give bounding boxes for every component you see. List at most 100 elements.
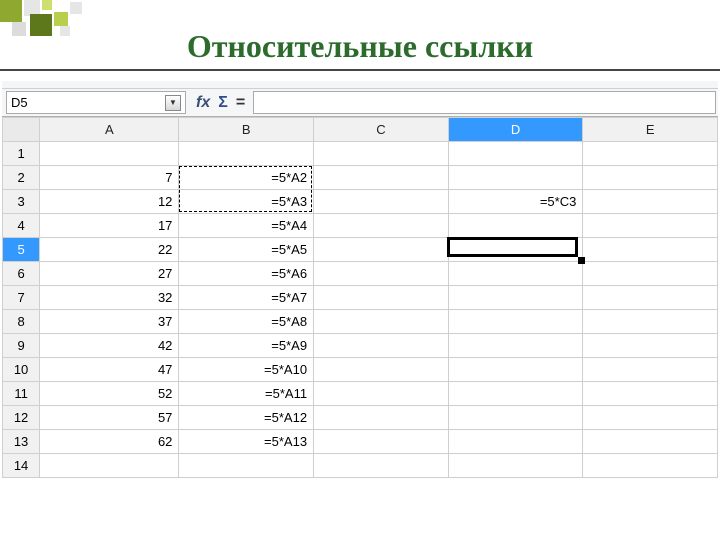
cell-E6[interactable] (583, 262, 718, 286)
row-header-9[interactable]: 9 (3, 334, 40, 358)
cell-C5[interactable] (314, 238, 449, 262)
cell-C14[interactable] (314, 454, 449, 478)
cell-C8[interactable] (314, 310, 449, 334)
cell-B14[interactable] (179, 454, 314, 478)
row-header-4[interactable]: 4 (3, 214, 40, 238)
cell-A11[interactable]: 52 (40, 382, 179, 406)
cell-D1[interactable] (448, 142, 583, 166)
cell-C13[interactable] (314, 430, 449, 454)
row-header-11[interactable]: 11 (3, 382, 40, 406)
cell-C12[interactable] (314, 406, 449, 430)
cell-A6[interactable]: 27 (40, 262, 179, 286)
row-header-3[interactable]: 3 (3, 190, 40, 214)
cell-A13[interactable]: 62 (40, 430, 179, 454)
column-header-E[interactable]: E (583, 118, 718, 142)
cell-B1[interactable] (179, 142, 314, 166)
row-header-12[interactable]: 12 (3, 406, 40, 430)
cell-D8[interactable] (448, 310, 583, 334)
cell-E1[interactable] (583, 142, 718, 166)
fill-handle[interactable] (578, 257, 585, 264)
name-box[interactable]: D5 ▼ (6, 91, 186, 114)
row-header-2[interactable]: 2 (3, 166, 40, 190)
cell-D3[interactable]: =5*C3 (448, 190, 583, 214)
cell-E4[interactable] (583, 214, 718, 238)
select-all-corner[interactable] (3, 118, 40, 142)
cell-E5[interactable] (583, 238, 718, 262)
cell-B9[interactable]: =5*A9 (179, 334, 314, 358)
cell-C1[interactable] (314, 142, 449, 166)
cell-A4[interactable]: 17 (40, 214, 179, 238)
row-header-13[interactable]: 13 (3, 430, 40, 454)
cell-A8[interactable]: 37 (40, 310, 179, 334)
cell-D7[interactable] (448, 286, 583, 310)
cell-A1[interactable] (40, 142, 179, 166)
cell-E14[interactable] (583, 454, 718, 478)
cell-C6[interactable] (314, 262, 449, 286)
cell-A5[interactable]: 22 (40, 238, 179, 262)
row-header-14[interactable]: 14 (3, 454, 40, 478)
cell-A12[interactable]: 57 (40, 406, 179, 430)
cell-E2[interactable] (583, 166, 718, 190)
column-header-B[interactable]: B (179, 118, 314, 142)
function-wizard-icon[interactable]: fx (196, 94, 210, 112)
formula-input[interactable] (253, 91, 716, 114)
cell-B6[interactable]: =5*A6 (179, 262, 314, 286)
cell-D11[interactable] (448, 382, 583, 406)
equals-icon[interactable]: = (236, 94, 245, 112)
cell-E9[interactable] (583, 334, 718, 358)
cell-A2[interactable]: 7 (40, 166, 179, 190)
cell-D2[interactable] (448, 166, 583, 190)
row-header-7[interactable]: 7 (3, 286, 40, 310)
cell-A9[interactable]: 42 (40, 334, 179, 358)
cell-B4[interactable]: =5*A4 (179, 214, 314, 238)
cell-B13[interactable]: =5*A13 (179, 430, 314, 454)
row-header-10[interactable]: 10 (3, 358, 40, 382)
column-header-D[interactable]: D (448, 118, 583, 142)
cell-E3[interactable] (583, 190, 718, 214)
formula-bar: D5 ▼ fx Σ = (2, 89, 718, 117)
cell-B8[interactable]: =5*A8 (179, 310, 314, 334)
cell-D14[interactable] (448, 454, 583, 478)
row-header-6[interactable]: 6 (3, 262, 40, 286)
cell-A7[interactable]: 32 (40, 286, 179, 310)
column-header-A[interactable]: A (40, 118, 179, 142)
cell-C2[interactable] (314, 166, 449, 190)
cell-C7[interactable] (314, 286, 449, 310)
cell-B10[interactable]: =5*A10 (179, 358, 314, 382)
cell-D6[interactable] (448, 262, 583, 286)
row-header-1[interactable]: 1 (3, 142, 40, 166)
cell-A3[interactable]: 12 (40, 190, 179, 214)
cell-E13[interactable] (583, 430, 718, 454)
slide-decoration (0, 0, 140, 50)
cell-D4[interactable] (448, 214, 583, 238)
cell-D10[interactable] (448, 358, 583, 382)
cell-C3[interactable] (314, 190, 449, 214)
cell-C11[interactable] (314, 382, 449, 406)
cell-B12[interactable]: =5*A12 (179, 406, 314, 430)
cell-D12[interactable] (448, 406, 583, 430)
cell-E12[interactable] (583, 406, 718, 430)
row-header-8[interactable]: 8 (3, 310, 40, 334)
cell-C4[interactable] (314, 214, 449, 238)
sum-icon[interactable]: Σ (218, 94, 228, 112)
cell-B5[interactable]: =5*A5 (179, 238, 314, 262)
column-header-C[interactable]: C (314, 118, 449, 142)
row-header-5[interactable]: 5 (3, 238, 40, 262)
cell-B11[interactable]: =5*A11 (179, 382, 314, 406)
name-box-dropdown-icon[interactable]: ▼ (165, 95, 181, 111)
cell-E10[interactable] (583, 358, 718, 382)
cell-A14[interactable] (40, 454, 179, 478)
cell-E8[interactable] (583, 310, 718, 334)
cell-D5[interactable] (448, 238, 583, 262)
cell-B7[interactable]: =5*A7 (179, 286, 314, 310)
cell-B3[interactable]: =5*A3 (179, 190, 314, 214)
cell-E7[interactable] (583, 286, 718, 310)
cell-D9[interactable] (448, 334, 583, 358)
cell-B2[interactable]: =5*A2 (179, 166, 314, 190)
spreadsheet-grid[interactable]: ABCDE 127=5*A2312=5*A3=5*C3417=5*A4522=5… (2, 117, 718, 478)
cell-A10[interactable]: 47 (40, 358, 179, 382)
cell-C9[interactable] (314, 334, 449, 358)
cell-D13[interactable] (448, 430, 583, 454)
cell-E11[interactable] (583, 382, 718, 406)
cell-C10[interactable] (314, 358, 449, 382)
